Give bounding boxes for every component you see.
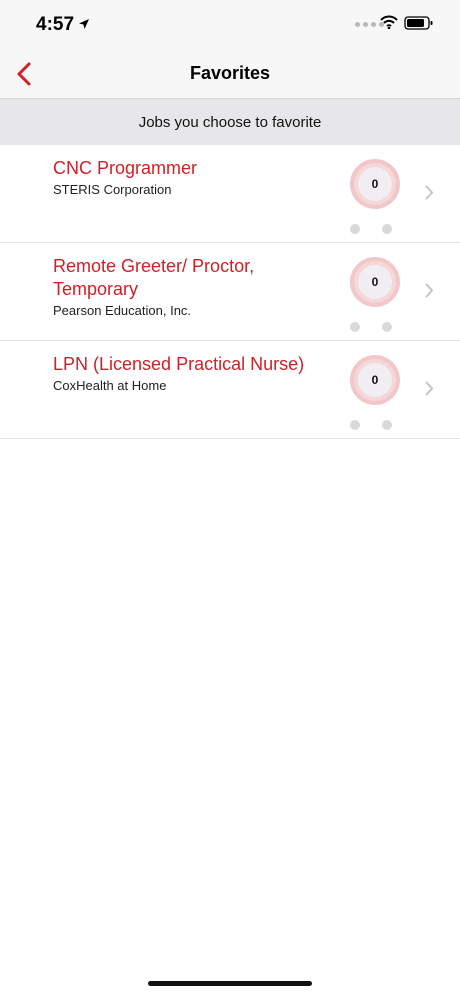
job-company: Pearson Education, Inc. [53,303,192,318]
job-title: Remote Greeter/ Proctor, Temporary [53,256,255,299]
battery-icon [404,15,434,36]
match-score-value: 0 [358,167,392,201]
job-company: CoxHealth at Home [53,378,167,393]
job-row[interactable]: CNC Programmer STERIS Corporation 0 [0,145,460,243]
job-title: CNC Programmer [53,158,198,178]
job-title: LPN (Licensed Practical Nurse) [53,354,305,374]
match-score-circle: 0 [350,257,400,307]
chevron-right-icon [425,381,434,401]
home-indicator[interactable] [148,981,312,986]
page-title: Favorites [189,63,271,83]
section-header: Jobs you choose to favorite [0,99,460,145]
match-score-circle: 0 [350,355,400,405]
match-score-value: 0 [358,265,392,299]
chevron-right-icon [425,283,434,303]
page-dots [350,420,392,430]
wifi-icon [380,15,398,34]
match-score-value: 0 [358,363,392,397]
match-score-circle: 0 [350,159,400,209]
location-arrow-icon [78,17,90,35]
status-bar: 4:57 [0,0,460,50]
job-company: STERIS Corporation [53,182,172,197]
navigation-bar: Favorites [0,50,460,99]
job-row[interactable]: Remote Greeter/ Proctor, Temporary Pears… [0,243,460,341]
status-time: 4:57 [36,14,75,35]
favorites-list: CNC Programmer STERIS Corporation 0 Remo… [0,145,460,439]
page-dots [350,224,392,234]
chevron-right-icon [425,185,434,205]
job-row[interactable]: LPN (Licensed Practical Nurse) CoxHealth… [0,341,460,439]
page-dots [350,322,392,332]
